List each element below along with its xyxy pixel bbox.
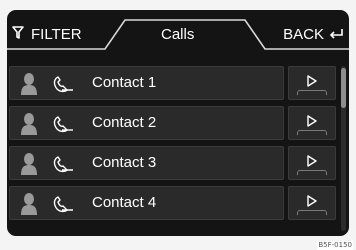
contact-name: Contact 4 — [92, 194, 157, 211]
back-arrow-icon — [329, 26, 343, 44]
call-icon — [52, 115, 74, 138]
play-button-base — [297, 170, 327, 175]
call-icon — [52, 75, 74, 98]
contact-row[interactable]: Contact 4 — [9, 186, 284, 220]
page-title: Calls — [161, 26, 195, 43]
contact-name: Contact 3 — [92, 154, 157, 171]
play-button-base — [297, 90, 327, 95]
scrollbar[interactable] — [341, 66, 346, 231]
person-icon — [20, 112, 38, 141]
play-button[interactable] — [288, 146, 336, 180]
contact-row[interactable]: Contact 2 — [9, 106, 284, 140]
contact-row[interactable]: Contact 3 — [9, 146, 284, 180]
call-icon — [52, 155, 74, 178]
image-code: B5F-0150 — [317, 241, 353, 250]
figure-frame: FILTER Calls BACK Contact 1 Contact 2 Co… — [0, 0, 356, 250]
play-button-base — [297, 210, 327, 215]
infotainment-screen: FILTER Calls BACK Contact 1 Contact 2 Co… — [7, 10, 349, 236]
contact-name: Contact 1 — [92, 74, 157, 91]
person-icon — [20, 192, 38, 221]
filter-icon — [12, 26, 24, 44]
scrollbar-thumb[interactable] — [341, 68, 346, 108]
contact-row[interactable]: Contact 1 — [9, 66, 284, 100]
person-icon — [20, 72, 38, 101]
play-button-base — [297, 130, 327, 135]
back-button[interactable]: BACK — [283, 26, 343, 44]
call-icon — [52, 195, 74, 218]
tab-filter[interactable]: FILTER — [12, 26, 82, 44]
back-button-label: BACK — [283, 26, 324, 43]
contact-name: Contact 2 — [92, 114, 157, 131]
play-button[interactable] — [288, 106, 336, 140]
tab-filter-label: FILTER — [31, 26, 82, 43]
play-button[interactable] — [288, 66, 336, 100]
play-button[interactable] — [288, 186, 336, 220]
person-icon — [20, 152, 38, 181]
